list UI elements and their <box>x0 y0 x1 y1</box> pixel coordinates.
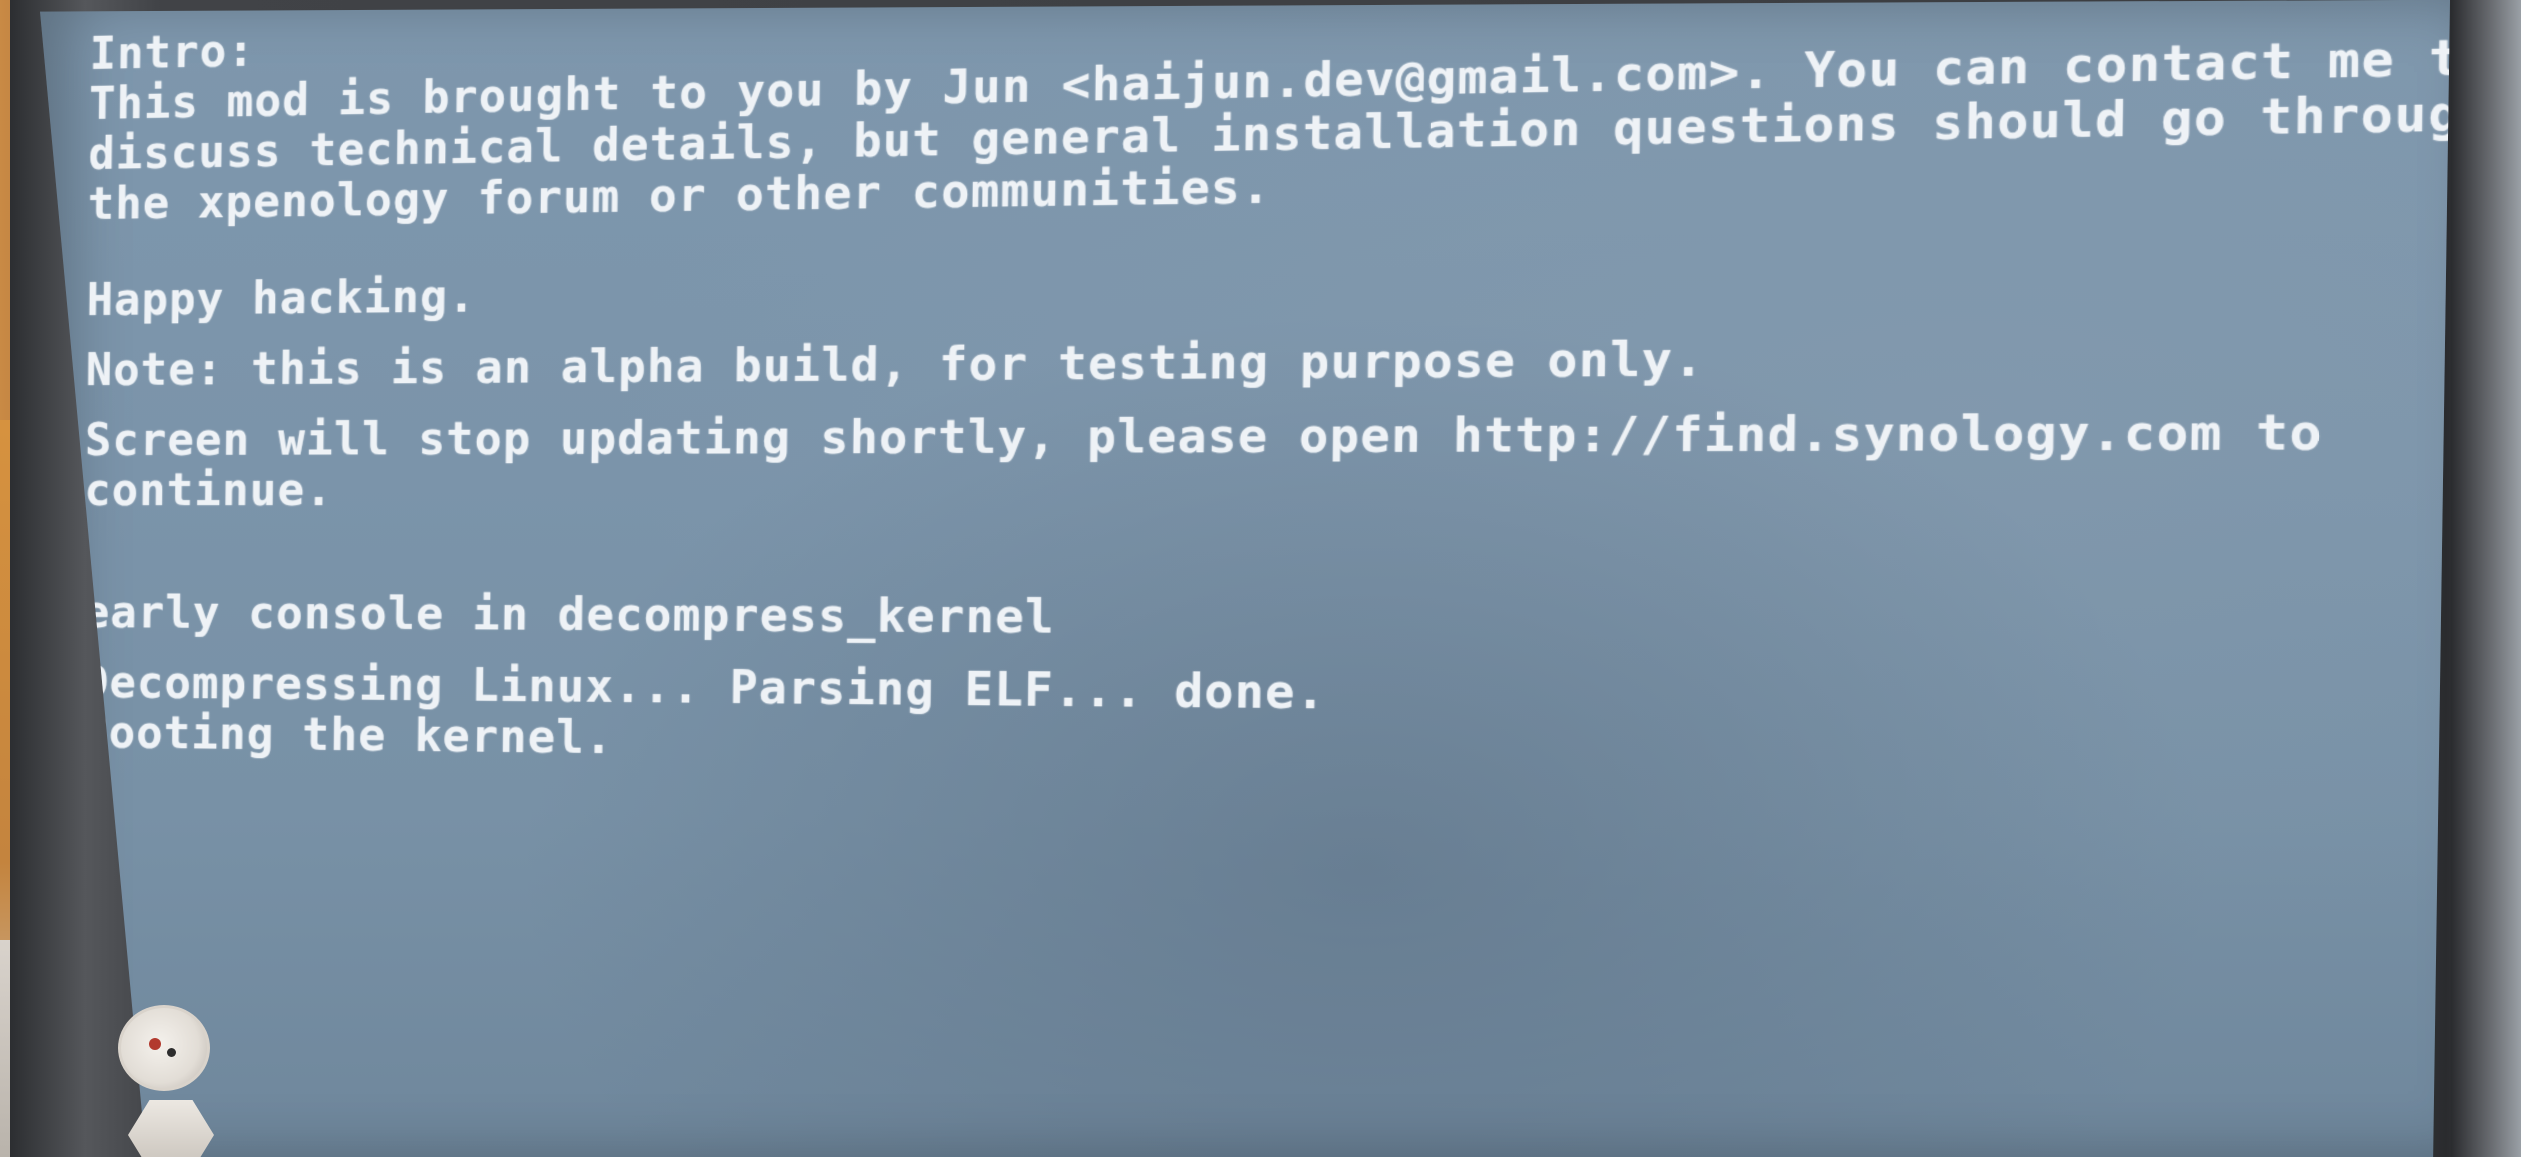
monitor-screen: Intro: This mod is brought to you by Jun… <box>40 0 2450 1157</box>
photo-scene: Intro: This mod is brought to you by Jun… <box>0 0 2521 1157</box>
console-line-screen-notice-1: Screen will stop updating shortly, pleas… <box>84 405 2324 467</box>
monitor-right-edge <box>2451 0 2521 1157</box>
monitor-sticker <box>118 1005 210 1091</box>
boot-console: Intro: This mod is brought to you by Jun… <box>80 0 2450 846</box>
console-line-screen-notice-2: continue. <box>84 464 334 517</box>
